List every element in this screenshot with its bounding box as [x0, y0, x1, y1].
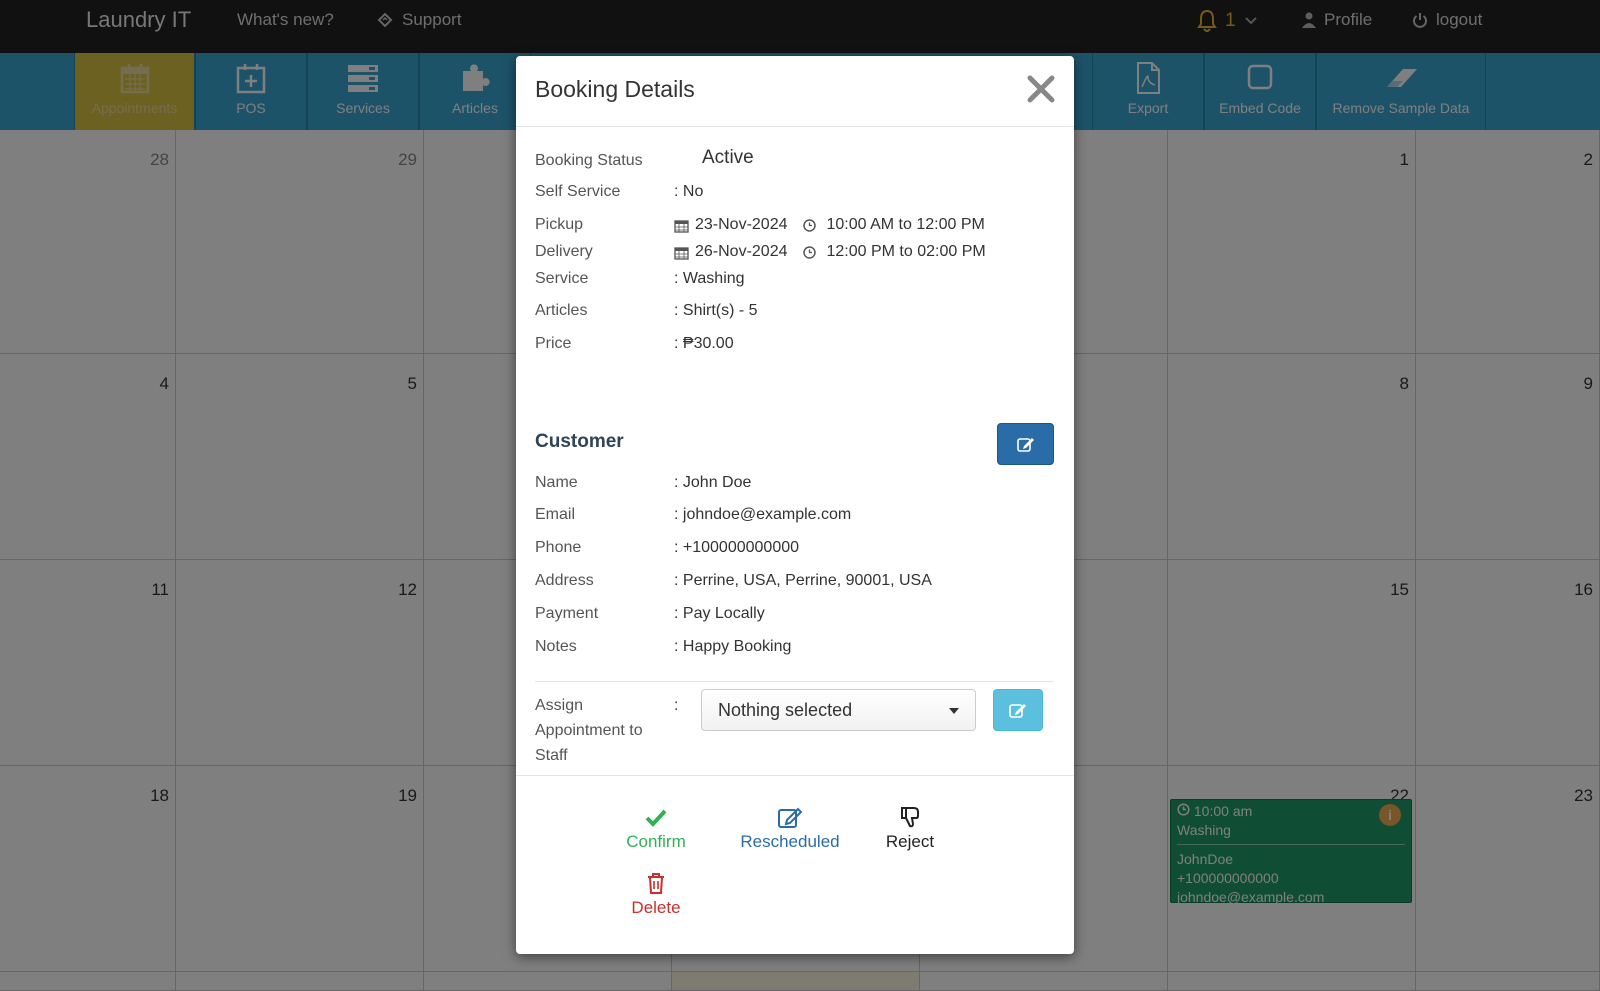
booking-status-value: Active: [702, 147, 754, 168]
pickup-schedule: 23-Nov-2024 10:00 AM to 12:00 PM: [674, 213, 985, 237]
address-value: : Perrine, USA, Perrine, 90001, USA: [674, 572, 932, 589]
customer-section-title: Customer: [535, 431, 624, 452]
staff-select-value: Nothing selected: [718, 700, 853, 720]
modal-header: Booking Details: [516, 56, 1074, 127]
customer-address-row: Address : Perrine, USA, Perrine, 90001, …: [535, 569, 1055, 593]
pickup-label: Pickup: [535, 216, 584, 233]
payment-value: : Pay Locally: [674, 605, 765, 622]
delete-label: Delete: [631, 898, 681, 917]
address-label: Address: [535, 572, 594, 589]
payment-label: Payment: [535, 605, 599, 622]
calendar-icon: [674, 219, 689, 233]
assign-colon: :: [674, 697, 679, 714]
email-label: Email: [535, 506, 576, 523]
pickup-time: 10:00 AM to 12:00 PM: [826, 216, 985, 233]
edit-customer-button[interactable]: [997, 423, 1054, 465]
clock-icon: [802, 218, 816, 232]
pickup-row: Pickup 23-Nov-2024 10:00 AM to 12:00 PM: [535, 213, 1055, 237]
delivery-schedule: 26-Nov-2024 12:00 PM to 02:00 PM: [674, 240, 986, 264]
edit-icon: [778, 807, 803, 828]
rescheduled-label: Rescheduled: [740, 832, 840, 851]
section-divider: [535, 681, 1054, 682]
self-service-value: : No: [674, 183, 704, 200]
edit-icon: [1009, 704, 1026, 718]
delivery-time: 12:00 PM to 02:00 PM: [826, 243, 986, 260]
thumbs-down-icon: [901, 807, 919, 828]
articles-label: Articles: [535, 302, 588, 319]
assign-staff-button[interactable]: [993, 689, 1043, 731]
pickup-date: 23-Nov-2024: [695, 216, 788, 233]
check-icon: [645, 809, 667, 827]
rescheduled-button[interactable]: Rescheduled: [730, 804, 850, 852]
articles-value: : Shirt(s) - 5: [674, 302, 758, 319]
booking-details-modal: Booking Details Booking Status Active Se…: [516, 56, 1074, 954]
delete-button[interactable]: Delete: [616, 870, 696, 918]
customer-payment-row: Payment : Pay Locally: [535, 602, 1055, 626]
clock-icon: [802, 245, 816, 259]
booking-status-row: Booking Status Active: [535, 146, 1055, 170]
name-label: Name: [535, 474, 578, 491]
booking-status-label: Booking Status: [535, 152, 643, 169]
service-value: : Washing: [674, 270, 745, 287]
articles-row: Articles : Shirt(s) - 5: [535, 299, 1055, 323]
notes-value: : Happy Booking: [674, 638, 792, 655]
reject-label: Reject: [885, 832, 935, 851]
confirm-button[interactable]: Confirm: [616, 804, 696, 852]
price-value: : ₱30.00: [674, 335, 734, 352]
phone-label: Phone: [535, 539, 582, 556]
staff-select[interactable]: Nothing selected: [701, 689, 976, 731]
delivery-row: Delivery 26-Nov-2024 12:00 PM to 02:00 P…: [535, 240, 1055, 264]
close-icon: [1027, 75, 1055, 103]
customer-email-row: Email : johndoe@example.com: [535, 503, 1055, 527]
modal-footer: Confirm Rescheduled Reject Delete: [516, 775, 1074, 954]
trash-icon: [648, 873, 664, 894]
delivery-label: Delivery: [535, 243, 593, 260]
price-label: Price: [535, 335, 572, 352]
phone-value: : +100000000000: [674, 539, 800, 556]
self-service-row: Self Service : No: [535, 180, 1055, 204]
modal-title: Booking Details: [535, 76, 695, 102]
customer-notes-row: Notes : Happy Booking: [535, 635, 1055, 659]
price-row: Price : ₱30.00: [535, 332, 1055, 356]
edit-icon: [1016, 438, 1034, 452]
service-row: Service : Washing: [535, 267, 1055, 291]
delivery-date: 26-Nov-2024: [695, 243, 788, 260]
customer-name-row: Name : John Doe: [535, 471, 1055, 495]
assign-staff-label: Assign Appointment to Staff: [535, 697, 643, 764]
self-service-label: Self Service: [535, 183, 621, 200]
notes-label: Notes: [535, 638, 577, 655]
caret-down-icon: [949, 708, 959, 714]
calendar-icon: [674, 246, 689, 260]
reject-button[interactable]: Reject: [870, 804, 950, 852]
service-label: Service: [535, 270, 589, 287]
email-value: : johndoe@example.com: [674, 506, 852, 523]
confirm-label: Confirm: [626, 832, 686, 851]
customer-phone-row: Phone : +100000000000: [535, 536, 1055, 560]
name-value: : John Doe: [674, 474, 752, 491]
close-button[interactable]: [1024, 72, 1058, 106]
